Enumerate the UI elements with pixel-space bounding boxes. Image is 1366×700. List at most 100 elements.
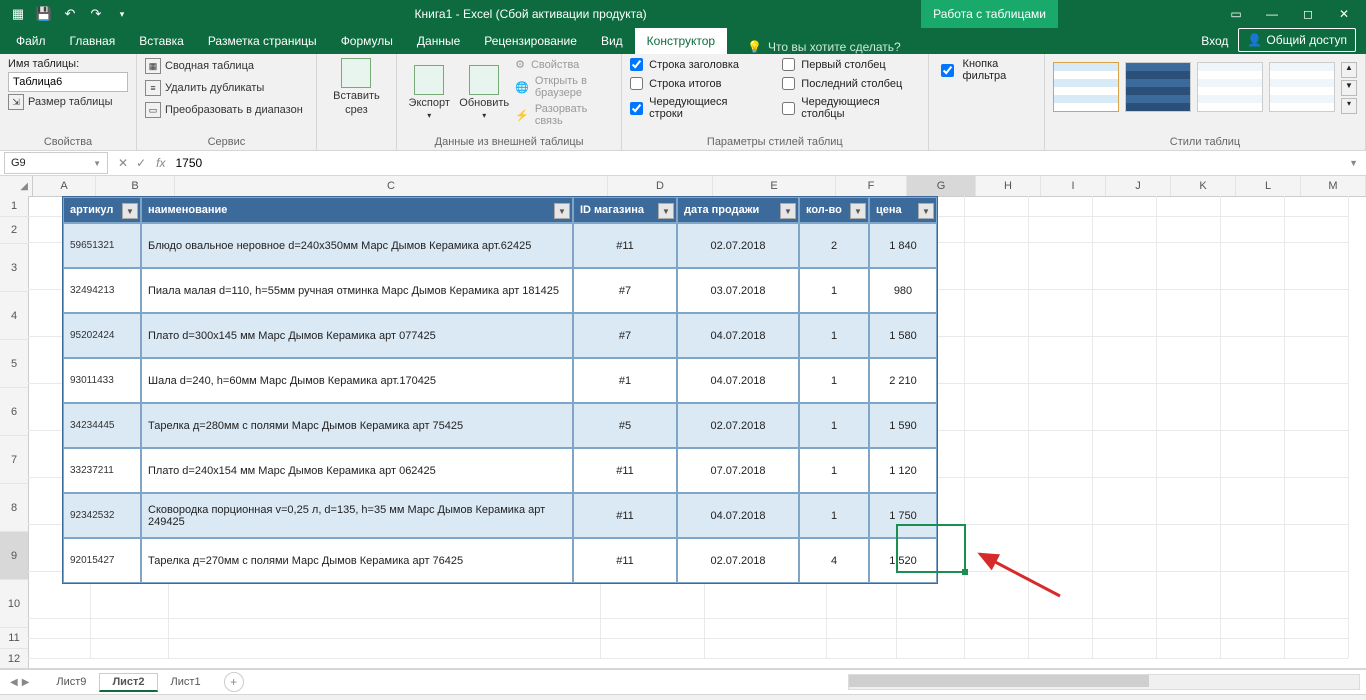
export-button[interactable]: Экспорт▾ [405,58,453,127]
col-header-J[interactable]: J [1106,176,1171,196]
table-header[interactable]: ID магазина▼ [573,197,677,223]
tab-view[interactable]: Вид [589,28,635,54]
table-cell[interactable]: 03.07.2018 [677,268,799,313]
header-row-checkbox[interactable]: Строка заголовка [630,58,758,71]
table-cell[interactable]: #5 [573,403,677,448]
style-thumb-1[interactable] [1053,62,1119,112]
gallery-down-icon[interactable]: ▼ [1341,80,1357,96]
row-header-6[interactable]: 6 [0,388,29,436]
col-header-B[interactable]: B [96,176,175,196]
save-icon[interactable]: 💾 [32,3,56,25]
sheet-tab[interactable]: Лист2 [99,673,157,692]
tab-data[interactable]: Данные [405,28,472,54]
row-header-10[interactable]: 10 [0,580,29,628]
tab-layout[interactable]: Разметка страницы [196,28,329,54]
select-all-corner[interactable]: ◢ [0,176,33,196]
sheet-tab[interactable]: Лист9 [43,673,99,692]
table-cell[interactable]: Сковородка порционная v=0,25 л, d=135, h… [141,493,573,538]
table-cell[interactable]: 2 210 [869,358,937,403]
tab-home[interactable]: Главная [58,28,128,54]
table-cell[interactable]: 980 [869,268,937,313]
formula-expand-icon[interactable]: ▼ [1341,158,1366,168]
tab-design[interactable]: Конструктор [635,28,727,54]
table-cell[interactable]: 34234445 [63,403,141,448]
col-header-F[interactable]: F [836,176,907,196]
table-cell[interactable]: 92342532 [63,493,141,538]
table-cell[interactable]: 1 [799,403,869,448]
filter-dropdown-icon[interactable]: ▼ [658,203,674,219]
resize-table-button[interactable]: ⇲ Размер таблицы [8,94,128,110]
table-cell[interactable]: 04.07.2018 [677,313,799,358]
row-header-9[interactable]: 9 [0,532,29,580]
remove-dupes-button[interactable]: ≡Удалить дубликаты [145,80,308,96]
table-cell[interactable]: 1 750 [869,493,937,538]
row-header-2[interactable]: 2 [0,217,29,244]
refresh-button[interactable]: Обновить▾ [459,58,509,127]
style-thumb-4[interactable] [1269,62,1335,112]
tab-formulas[interactable]: Формулы [329,28,405,54]
filter-dropdown-icon[interactable]: ▼ [850,203,866,219]
last-col-checkbox[interactable]: Последний столбец [782,77,919,90]
table-cell[interactable]: 1 [799,493,869,538]
table-cell[interactable]: 2 [799,223,869,268]
filter-dropdown-icon[interactable]: ▼ [780,203,796,219]
table-cell[interactable]: 33237211 [63,448,141,493]
col-header-G[interactable]: G [907,176,976,196]
table-cell[interactable]: Плато d=300х145 мм Марс Дымов Керамика а… [141,313,573,358]
banded-cols-checkbox[interactable]: Чередующиеся столбцы [782,96,919,120]
col-header-L[interactable]: L [1236,176,1301,196]
table-cell[interactable]: 59651321 [63,223,141,268]
insert-slicer-button[interactable]: Вставить срез [326,58,386,116]
minimize-icon[interactable]: — [1254,0,1290,28]
table-cell[interactable]: Плато d=240х154 мм Марс Дымов Керамика а… [141,448,573,493]
horizontal-scrollbar[interactable] [848,674,1360,690]
table-cell[interactable]: Тарелка д=280мм с полями Марс Дымов Кера… [141,403,573,448]
table-cell[interactable]: Тарелка д=270мм с полями Марс Дымов Кера… [141,538,573,583]
pivot-button[interactable]: ▦Сводная таблица [145,58,308,74]
table-cell[interactable]: Шала d=240, h=60мм Марс Дымов Керамика а… [141,358,573,403]
table-cell[interactable]: 02.07.2018 [677,403,799,448]
table-cell[interactable]: 02.07.2018 [677,538,799,583]
table-header[interactable]: цена▼ [869,197,937,223]
table-cell[interactable]: 95202424 [63,313,141,358]
formula-input[interactable] [171,156,1341,170]
fx-icon[interactable]: fx [156,156,165,170]
row-header-1[interactable]: 1 [0,196,29,217]
table-cell[interactable]: 04.07.2018 [677,358,799,403]
tab-insert[interactable]: Вставка [127,28,196,54]
tab-file[interactable]: Файл [4,28,58,54]
table-cell[interactable]: 93011433 [63,358,141,403]
row-header-11[interactable]: 11 [0,628,29,649]
row-header-8[interactable]: 8 [0,484,29,532]
col-header-H[interactable]: H [976,176,1041,196]
first-col-checkbox[interactable]: Первый столбец [782,58,919,71]
sheet-nav-prev-icon[interactable]: ◀ [10,677,18,688]
table-header[interactable]: артикул▼ [63,197,141,223]
undo-icon[interactable]: ↶ [58,3,82,25]
new-sheet-button[interactable]: + [224,672,244,692]
convert-range-button[interactable]: ▭Преобразовать в диапазон [145,102,308,118]
filter-dropdown-icon[interactable]: ▼ [918,203,934,219]
col-header-D[interactable]: D [608,176,713,196]
total-row-checkbox[interactable]: Строка итогов [630,77,758,90]
share-button[interactable]: 👤 Общий доступ [1238,28,1356,52]
table-cell[interactable]: 04.07.2018 [677,493,799,538]
table-cell[interactable]: #11 [573,223,677,268]
table-cell[interactable]: 1 [799,358,869,403]
table-header[interactable]: дата продажи▼ [677,197,799,223]
sheet-tab[interactable]: Лист1 [158,673,214,692]
table-cell[interactable]: 1 [799,268,869,313]
table-cell[interactable]: 1 580 [869,313,937,358]
table-cell[interactable]: Блюдо овальное неровное d=240х350мм Марс… [141,223,573,268]
tab-review[interactable]: Рецензирование [472,28,589,54]
redo-icon[interactable]: ↷ [84,3,108,25]
close-icon[interactable]: ✕ [1326,0,1362,28]
table-cell[interactable]: #1 [573,358,677,403]
col-header-A[interactable]: A [33,176,96,196]
row-header-12[interactable]: 12 [0,649,29,669]
table-name-input[interactable] [8,72,128,92]
tell-me[interactable]: 💡 Что вы хотите сделать? [747,40,901,54]
login-link[interactable]: Вход [1201,34,1228,48]
table-cell[interactable]: 1 [799,313,869,358]
style-thumb-2[interactable] [1125,62,1191,112]
